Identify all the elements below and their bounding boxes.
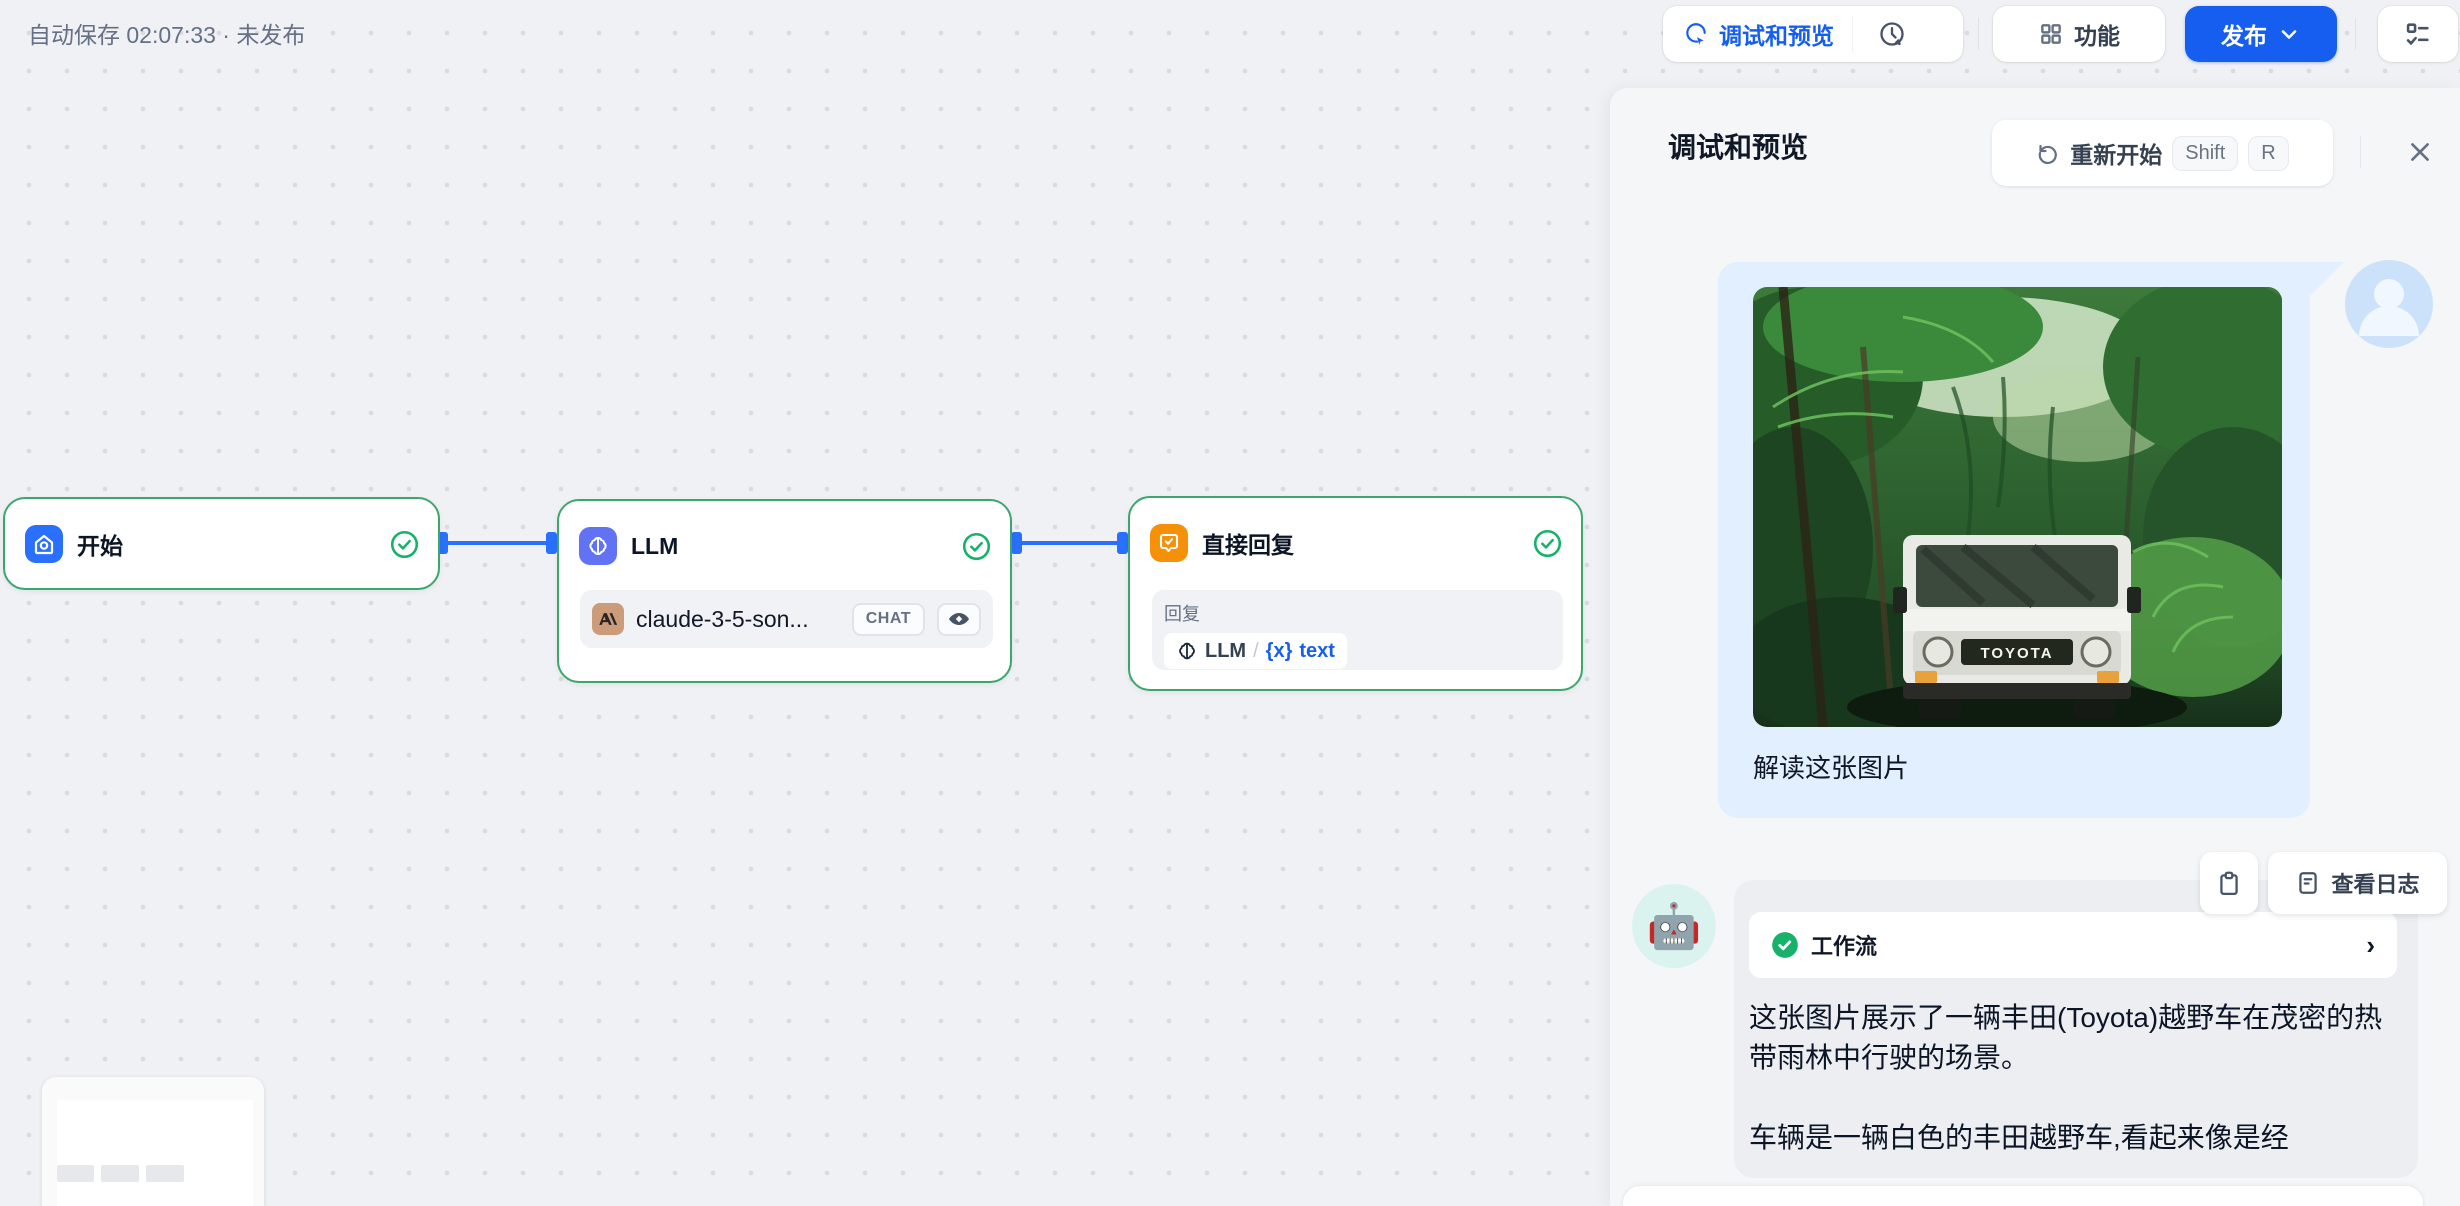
workflow-status-label: 工作流 xyxy=(1811,934,1878,959)
features-grid-icon xyxy=(2041,24,2061,44)
answer-paragraph: 这张图片展示了一辆丰田(Toyota)越野车在茂密的热带雨林中行驶的场景。 xyxy=(1749,1002,2383,1073)
close-panel-button[interactable] xyxy=(2400,132,2440,172)
home-icon xyxy=(25,525,63,563)
publish-button[interactable]: 发布 xyxy=(2185,6,2337,62)
toolbar-separator xyxy=(1978,18,1979,50)
node-llm[interactable]: LLM claude-3-5-son... CHAT xyxy=(557,499,1012,683)
llm-output-port[interactable] xyxy=(1011,532,1022,554)
edge-start-to-llm xyxy=(447,541,549,545)
success-icon xyxy=(962,532,991,560)
vision-eye-icon xyxy=(937,602,981,636)
start-node-title: 开始 xyxy=(77,533,123,559)
answer-reply-box: 回复 LLM / {x} text xyxy=(1152,590,1563,670)
log-document-icon xyxy=(2299,872,2318,894)
panel-title: 调试和预览 xyxy=(1668,132,1809,163)
minimap-node xyxy=(57,1165,94,1182)
chevron-down-icon xyxy=(2281,30,2297,39)
view-log-button[interactable]: 查看日志 xyxy=(2268,852,2447,914)
brain-icon xyxy=(1179,642,1195,660)
restart-button[interactable]: 重新开始 Shift R xyxy=(1992,120,2333,186)
minimap-viewport xyxy=(57,1100,253,1206)
llm-input-port[interactable] xyxy=(546,532,557,554)
debug-preview-button-group: 调试和预览 xyxy=(1663,6,1963,62)
workflow-process-card[interactable]: 工作流 › xyxy=(1749,912,2397,978)
restart-label: 重新开始 xyxy=(2070,142,2163,168)
anthropic-icon xyxy=(592,603,624,635)
checklist-button[interactable] xyxy=(2378,6,2458,62)
debug-preview-label: 调试和预览 xyxy=(1719,23,1834,49)
success-icon xyxy=(390,530,419,558)
debug-preview-button[interactable]: 调试和预览 xyxy=(1663,6,1852,62)
bot-answer-text: 这张图片展示了一辆丰田(Toyota)越野车在茂密的热带雨林中行驶的场景。 车辆… xyxy=(1749,998,2404,1158)
llm-model-name: claude-3-5-son... xyxy=(636,605,809,632)
r-key-badge: R xyxy=(2248,135,2289,171)
minimap-node xyxy=(101,1165,139,1182)
user-message-text: 解读这张图片 xyxy=(1753,753,1910,783)
llm-model-selector[interactable]: claude-3-5-son... CHAT xyxy=(580,590,993,648)
publish-label: 发布 xyxy=(2221,23,2267,49)
history-clock-icon xyxy=(1880,22,1904,46)
bot-avatar: 🤖 xyxy=(1632,884,1716,968)
chat-input-box[interactable] xyxy=(1622,1185,2424,1206)
variable-name: text xyxy=(1299,639,1335,662)
restart-icon xyxy=(2038,144,2058,165)
slash-separator: / xyxy=(1253,639,1259,662)
node-start[interactable]: 开始 xyxy=(3,497,440,590)
debug-preview-icon xyxy=(1683,21,1709,47)
variable-x-icon: {x} xyxy=(1265,639,1293,662)
success-icon xyxy=(1533,529,1562,557)
user-message-bubble: TOYOTA 解读这张图片 xyxy=(1718,262,2310,818)
brain-icon xyxy=(579,527,617,565)
bot-message-bubble: 工作流 › 这张图片展示了一辆丰田(Toyota)越野车在茂密的热带雨林中行驶的… xyxy=(1734,880,2418,1178)
node-direct-answer[interactable]: 直接回复 回复 LLM / {x} text xyxy=(1128,496,1583,691)
robot-emoji-icon: 🤖 xyxy=(1646,902,1702,951)
reply-field-label: 回复 xyxy=(1164,604,1200,624)
checklist-icon xyxy=(2406,23,2429,46)
minimap[interactable] xyxy=(42,1077,264,1206)
history-button[interactable] xyxy=(1853,6,1931,62)
minimap-node xyxy=(146,1165,184,1182)
variable-node-name: LLM xyxy=(1205,639,1247,662)
llm-node-title: LLM xyxy=(631,532,679,559)
toolbar-separator xyxy=(2355,18,2356,50)
answer-input-port[interactable] xyxy=(1117,532,1128,554)
debug-preview-panel: 调试和预览 重新开始 Shift R TOYOTA 解读这张图片 查看日志 🤖 … xyxy=(1610,88,2460,1206)
edge-llm-to-answer xyxy=(1021,541,1120,545)
close-icon xyxy=(2411,143,2429,161)
features-button[interactable]: 功能 xyxy=(1993,6,2165,62)
answer-node-title: 直接回复 xyxy=(1202,532,1294,558)
chevron-right-icon: › xyxy=(2366,929,2375,960)
success-icon xyxy=(1772,932,1798,958)
features-label: 功能 xyxy=(2074,23,2120,49)
user-avatar xyxy=(2345,260,2433,348)
answer-paragraph: 车辆是一辆白色的丰田越野车,看起来像是经 xyxy=(1749,1122,2289,1153)
variable-pill[interactable]: LLM / {x} text xyxy=(1164,633,1347,669)
clipboard-icon xyxy=(2220,871,2238,895)
autosave-status: 自动保存 02:07:33 · 未发布 xyxy=(28,22,306,48)
shift-key-badge: Shift xyxy=(2172,135,2239,171)
user-uploaded-image[interactable]: TOYOTA xyxy=(1753,287,2282,727)
panel-divider xyxy=(2360,136,2361,168)
photo-toyota-badge: TOYOTA xyxy=(1980,645,2053,662)
answer-bubble-icon xyxy=(1150,524,1188,562)
copy-button[interactable] xyxy=(2200,852,2258,914)
chat-mode-badge: CHAT xyxy=(851,602,925,636)
view-log-label: 查看日志 xyxy=(2331,872,2420,897)
